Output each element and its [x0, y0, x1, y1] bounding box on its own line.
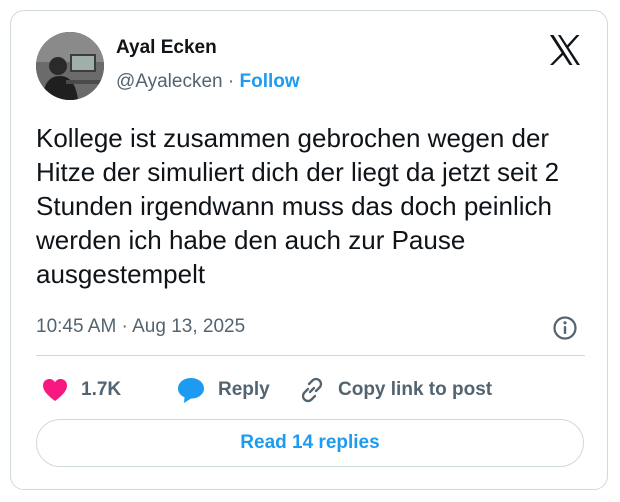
tweet-embed-card: Ayal Ecken @Ayalecken · Follow Kollege i… — [10, 10, 608, 490]
read-replies-button[interactable]: Read 14 replies — [36, 419, 584, 467]
reply-button[interactable]: Reply — [176, 375, 270, 405]
copy-link-button[interactable]: Copy link to post — [298, 375, 492, 405]
avatar-image — [36, 32, 104, 100]
copy-link-label: Copy link to post — [338, 379, 493, 400]
author-handle-row: @Ayalecken · Follow — [116, 71, 300, 93]
reply-label: Reply — [218, 379, 270, 400]
handle-separator: · — [227, 71, 235, 92]
like-count: 1.7K — [81, 379, 122, 400]
info-icon[interactable] — [552, 315, 578, 341]
avatar[interactable] — [36, 32, 104, 100]
link-icon — [298, 376, 326, 404]
follow-button[interactable]: Follow — [240, 71, 300, 92]
tweet-timestamp[interactable]: 10:45 AM · Aug 13, 2025 — [36, 316, 245, 338]
heart-icon — [41, 377, 69, 403]
x-logo-icon[interactable] — [548, 33, 582, 67]
tweet-text: Kollege ist zusammen gebrochen wegen der… — [36, 123, 560, 289]
divider — [36, 355, 585, 356]
author-display-name[interactable]: Ayal Ecken — [116, 37, 217, 59]
speech-bubble-icon — [176, 376, 206, 404]
like-button[interactable]: 1.7K — [41, 375, 121, 405]
author-handle[interactable]: @Ayalecken — [116, 71, 223, 92]
